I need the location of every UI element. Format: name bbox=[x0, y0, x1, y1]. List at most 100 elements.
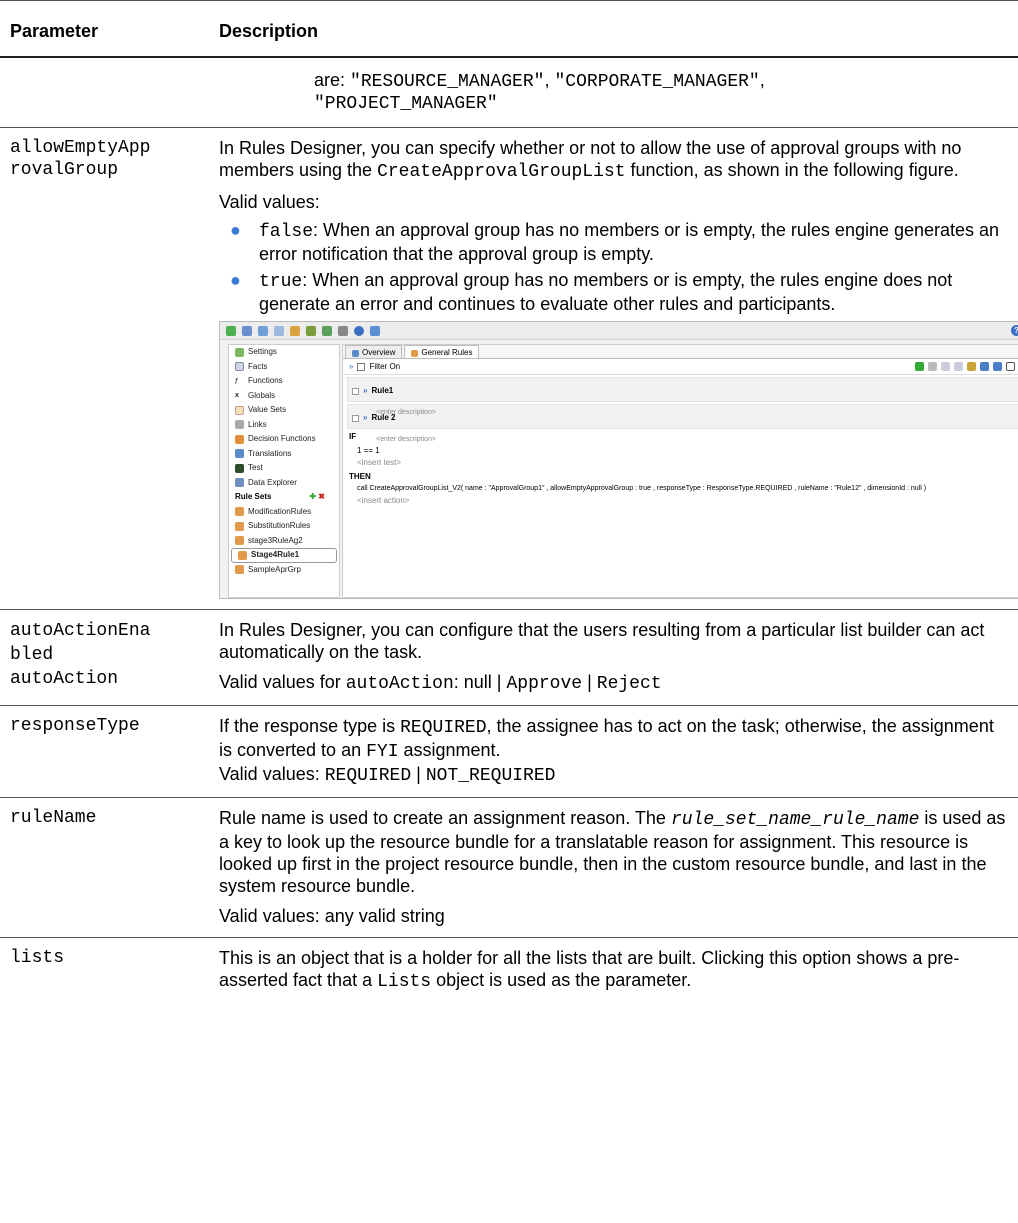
param-name: allowEmptyApp bbox=[10, 138, 151, 158]
paste-icon[interactable] bbox=[993, 362, 1002, 371]
param-cell: ruleName bbox=[0, 797, 209, 938]
tree-icon[interactable] bbox=[967, 362, 976, 371]
description-paragraph: This is an object that is a holder for a… bbox=[219, 947, 1008, 993]
ruleset-icon bbox=[411, 349, 419, 357]
rule-block[interactable]: » Rule1 <enter description> bbox=[347, 377, 1018, 416]
description-paragraph: Rule name is used to create an assignmen… bbox=[219, 807, 1008, 897]
text: | bbox=[411, 764, 426, 784]
desc-cell: This is an object that is a holder for a… bbox=[209, 938, 1018, 1004]
globals-icon: x bbox=[235, 391, 244, 401]
functions-icon: f bbox=[235, 376, 244, 386]
copy-icon[interactable] bbox=[980, 362, 989, 371]
list-item: ● true: When an approval group has no mem… bbox=[219, 269, 1008, 315]
code-value: Lists bbox=[377, 972, 432, 992]
text: Valid values: bbox=[219, 764, 325, 784]
param-name: responseType bbox=[10, 716, 140, 736]
close-icon[interactable]: ✖ bbox=[318, 492, 325, 501]
valid-values: Valid values: REQUIRED | NOT_REQUIRED bbox=[219, 763, 1008, 787]
collapse-icon[interactable] bbox=[352, 414, 359, 422]
table-row: allowEmptyApp rovalGroup In Rules Design… bbox=[0, 127, 1018, 610]
insert-test[interactable]: <insert test> bbox=[349, 457, 1018, 469]
text: assignment. bbox=[398, 740, 501, 760]
param-name: autoActionEna bbox=[10, 621, 151, 641]
navigator-panel: Settings Facts f Functions x Globals Value… bbox=[228, 344, 340, 598]
tree-icon bbox=[306, 325, 316, 336]
code-value: REQUIRED bbox=[324, 766, 412, 786]
undo-icon bbox=[258, 325, 268, 336]
filter-label: Filter On bbox=[369, 361, 401, 371]
delete-rule-icon[interactable] bbox=[928, 362, 937, 371]
move-up-icon[interactable] bbox=[941, 362, 950, 371]
redo-icon bbox=[274, 325, 284, 336]
code-value: true bbox=[259, 272, 303, 292]
expand-icon[interactable] bbox=[352, 387, 359, 395]
param-cell: allowEmptyApp rovalGroup bbox=[0, 127, 209, 610]
table-row: autoActionEna bled autoAction In Rules D… bbox=[0, 609, 1018, 706]
ruleset-item[interactable]: SampleAprGrp bbox=[229, 563, 339, 578]
test-icon bbox=[235, 463, 244, 473]
code-value: false bbox=[259, 222, 314, 242]
text: : null | bbox=[453, 672, 507, 692]
param-name: rovalGroup bbox=[10, 160, 119, 180]
table-row: responseType If the response type is REQ… bbox=[0, 705, 1018, 798]
move-down-icon[interactable] bbox=[954, 362, 963, 371]
tool-icon bbox=[370, 325, 380, 336]
bullet-list: ● false: When an approval group has no me… bbox=[219, 219, 1008, 315]
action-call[interactable]: call CreateApprovalGroupList_V2( name : … bbox=[349, 483, 1018, 495]
list-item: ● false: When an approval group has no me… bbox=[219, 219, 1008, 265]
decision-functions-icon bbox=[235, 434, 244, 444]
table-header-row: Parameter Description bbox=[0, 0, 1018, 58]
parameter-table: Parameter Description are: "RESOURCE_MAN… bbox=[0, 0, 1018, 1003]
text: , bbox=[544, 70, 555, 90]
desc-cell: If the response type is REQUIRED, the as… bbox=[209, 705, 1018, 798]
links-icon bbox=[235, 420, 244, 430]
description-paragraph: In Rules Designer, you can configure tha… bbox=[219, 620, 985, 662]
nav-item: Facts bbox=[229, 360, 339, 375]
param-name: bled bbox=[10, 645, 54, 665]
header-parameter: Parameter bbox=[0, 0, 209, 58]
param-cell-empty bbox=[0, 57, 209, 128]
param-cell: lists bbox=[0, 938, 209, 1004]
nav-item: Value Sets bbox=[229, 403, 339, 418]
code-value: NOT_REQUIRED bbox=[425, 766, 556, 786]
param-name: lists bbox=[10, 948, 65, 968]
description-paragraph: In Rules Designer, you can specify wheth… bbox=[219, 137, 1008, 183]
text: , bbox=[759, 70, 765, 90]
ruleset-label: SampleAprGrp bbox=[248, 564, 301, 574]
filter-bar: » Filter On bbox=[343, 359, 1018, 375]
settings-icon bbox=[235, 347, 244, 357]
header-description: Description bbox=[209, 0, 1018, 58]
condition[interactable]: 1 == 1 bbox=[349, 445, 1018, 457]
code-value: rule_set_name_rule_name bbox=[670, 810, 920, 830]
validate-icon bbox=[242, 325, 252, 336]
rule-toolbar bbox=[915, 362, 1015, 371]
valid-values-label: Valid values: bbox=[219, 192, 320, 212]
code-value: autoAction bbox=[345, 674, 454, 694]
desc-cell: In Rules Designer, you can configure tha… bbox=[209, 609, 1018, 706]
export-icon bbox=[322, 325, 332, 336]
view-icon[interactable] bbox=[1006, 362, 1015, 371]
code-value: "CORPORATE_MANAGER" bbox=[554, 72, 760, 92]
then-keyword: THEN bbox=[349, 472, 371, 481]
collapse-icon[interactable]: » bbox=[349, 356, 353, 378]
desc-cell: In Rules Designer, you can specify wheth… bbox=[209, 127, 1018, 610]
table-row: ruleName Rule name is used to create an … bbox=[0, 797, 1018, 938]
add-rule-icon[interactable] bbox=[915, 362, 924, 371]
value-sets-icon bbox=[235, 405, 244, 415]
valid-values: Valid values: any valid string bbox=[219, 906, 445, 926]
insert-action[interactable]: <insert action> bbox=[349, 495, 1018, 507]
check-icon bbox=[226, 325, 236, 336]
code-value: "RESOURCE_MANAGER" bbox=[350, 72, 545, 92]
code-value: FYI bbox=[366, 742, 399, 762]
tab-general-rules[interactable]: General Rules bbox=[404, 345, 480, 358]
filter-checkbox[interactable] bbox=[357, 362, 366, 371]
text: are: bbox=[314, 70, 351, 90]
ruleset-icon bbox=[238, 550, 247, 560]
text: Rule name is used to create an assignmen… bbox=[219, 808, 671, 828]
rule-name: Rule 2 bbox=[371, 413, 396, 422]
code-value: Reject bbox=[596, 674, 662, 694]
param-name: autoAction bbox=[10, 669, 119, 689]
nav-item: f Functions bbox=[229, 374, 339, 389]
rule-block[interactable]: » Rule 2 <enter description> bbox=[347, 404, 1018, 443]
code-value: Approve bbox=[506, 674, 583, 694]
